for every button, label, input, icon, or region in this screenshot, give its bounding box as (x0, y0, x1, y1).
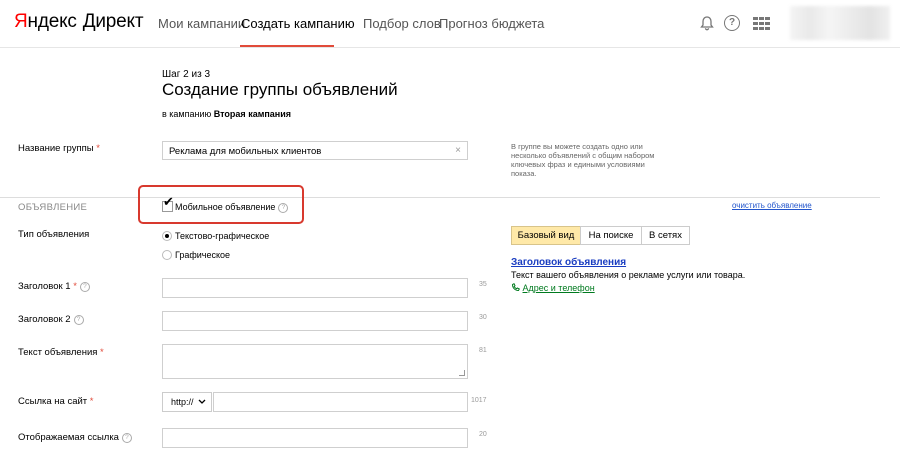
tab-on-search[interactable]: На поиске (580, 226, 642, 245)
checkmark-icon: ✔ (163, 194, 174, 209)
clear-ad-link[interactable]: очистить объявление (732, 201, 812, 210)
radio-text-graphic[interactable] (162, 231, 172, 241)
campaign-context: в кампанию Вторая кампания (162, 109, 291, 119)
display-url-label: Отображаемая ссылка? (18, 432, 132, 443)
required-mark: * (89, 396, 94, 407)
ad-type-label: Тип объявления (18, 229, 90, 240)
ad-text-textarea[interactable] (162, 344, 468, 379)
site-url-counter: 1017 (471, 397, 487, 404)
logo-brand-first-letter: Я (14, 11, 28, 32)
radio-graphic[interactable] (162, 250, 172, 260)
preview-contact-link[interactable]: Адрес и телефон (511, 283, 595, 293)
ad-section-title: ОБЪЯВЛЕНИЕ (18, 202, 88, 213)
ad-text-label: Текст объявления * (18, 347, 104, 358)
nav-my-campaigns[interactable]: Мои кампании (158, 16, 245, 31)
help-question-icon[interactable]: ? (79, 282, 90, 292)
chevron-down-icon (198, 399, 206, 404)
required-mark: * (96, 143, 100, 154)
phone-icon (511, 283, 520, 292)
mobile-ad-label-text: Мобильное объявление (175, 202, 276, 212)
tab-in-networks[interactable]: В сетях (641, 226, 690, 245)
headline1-label: Заголовок 1 *? (18, 281, 90, 292)
nav-create-campaign[interactable]: Создать кампанию (241, 16, 355, 31)
section-divider (0, 197, 880, 198)
help-question-icon[interactable]: ? (278, 203, 289, 213)
headline2-label: Заголовок 2? (18, 314, 84, 325)
group-name-hint: В группе вы можете создать одно или неск… (511, 142, 655, 178)
preview-contact-text: Адрес и телефон (522, 283, 595, 293)
ad-text-counter: 81 (479, 347, 487, 354)
group-name-input[interactable]: Реклама для мобильных клиентов × (162, 141, 468, 160)
nav-budget-forecast[interactable]: Прогноз бюджета (439, 16, 544, 31)
headline1-label-text: Заголовок 1 (18, 281, 71, 292)
tab-basic-view[interactable]: Базовый вид (511, 226, 581, 245)
display-url-input[interactable] (162, 428, 468, 448)
clear-input-icon[interactable]: × (455, 145, 461, 156)
required-mark: * (100, 347, 104, 358)
user-account-area[interactable] (790, 6, 890, 40)
help-question-icon[interactable]: ? (73, 315, 84, 325)
logo-product: Директ (82, 11, 144, 32)
services-grid-icon[interactable] (753, 17, 770, 30)
yandex-direct-logo[interactable]: Яндекс Директ (14, 11, 144, 33)
step-indicator: Шаг 2 из 3 (162, 69, 211, 80)
protocol-select[interactable]: http:// (162, 392, 212, 412)
radio-graphic-label[interactable]: Графическое (175, 250, 230, 260)
help-question-icon[interactable]: ? (121, 433, 132, 443)
ad-text-label-text: Текст объявления (18, 347, 98, 358)
page-title: Создание группы объявлений (162, 80, 398, 99)
preview-ad-text: Текст вашего объявления о рекламе услуги… (511, 270, 746, 280)
campaign-name: Вторая кампания (213, 109, 292, 119)
radio-text-graphic-label[interactable]: Текстово-графическое (175, 231, 269, 241)
group-name-label: Название группы * (18, 143, 100, 154)
campaign-prefix: в кампанию (162, 109, 212, 119)
headline2-counter: 30 (479, 314, 487, 321)
mobile-ad-checkbox-label[interactable]: Мобильное объявление? (175, 202, 289, 213)
site-url-input[interactable] (213, 392, 468, 412)
nav-keyword-selection[interactable]: Подбор слов (363, 16, 441, 31)
required-mark: * (73, 281, 77, 292)
protocol-value: http:// (171, 397, 194, 407)
logo-brand-rest: ндекс (27, 11, 77, 32)
site-url-label-text: Ссылка на сайт (18, 396, 88, 407)
headline2-label-text: Заголовок 2 (18, 314, 71, 325)
top-header: Яндекс Директ Мои кампании Создать кампан… (0, 0, 900, 48)
display-url-label-text: Отображаемая ссылка (18, 432, 119, 443)
help-icon[interactable]: ? (724, 15, 740, 31)
group-name-label-text: Название группы (18, 143, 94, 154)
headline1-counter: 35 (479, 281, 487, 288)
site-url-label: Ссылка на сайт * (18, 396, 93, 407)
display-url-counter: 20 (479, 431, 487, 438)
headline2-input[interactable] (162, 311, 468, 331)
group-name-value: Реклама для мобильных клиентов (169, 146, 322, 157)
resize-handle[interactable] (459, 370, 465, 376)
bell-icon[interactable] (699, 15, 715, 31)
active-nav-underline (240, 45, 334, 47)
preview-ad-title[interactable]: Заголовок объявления (511, 257, 626, 268)
headline1-input[interactable] (162, 278, 468, 298)
